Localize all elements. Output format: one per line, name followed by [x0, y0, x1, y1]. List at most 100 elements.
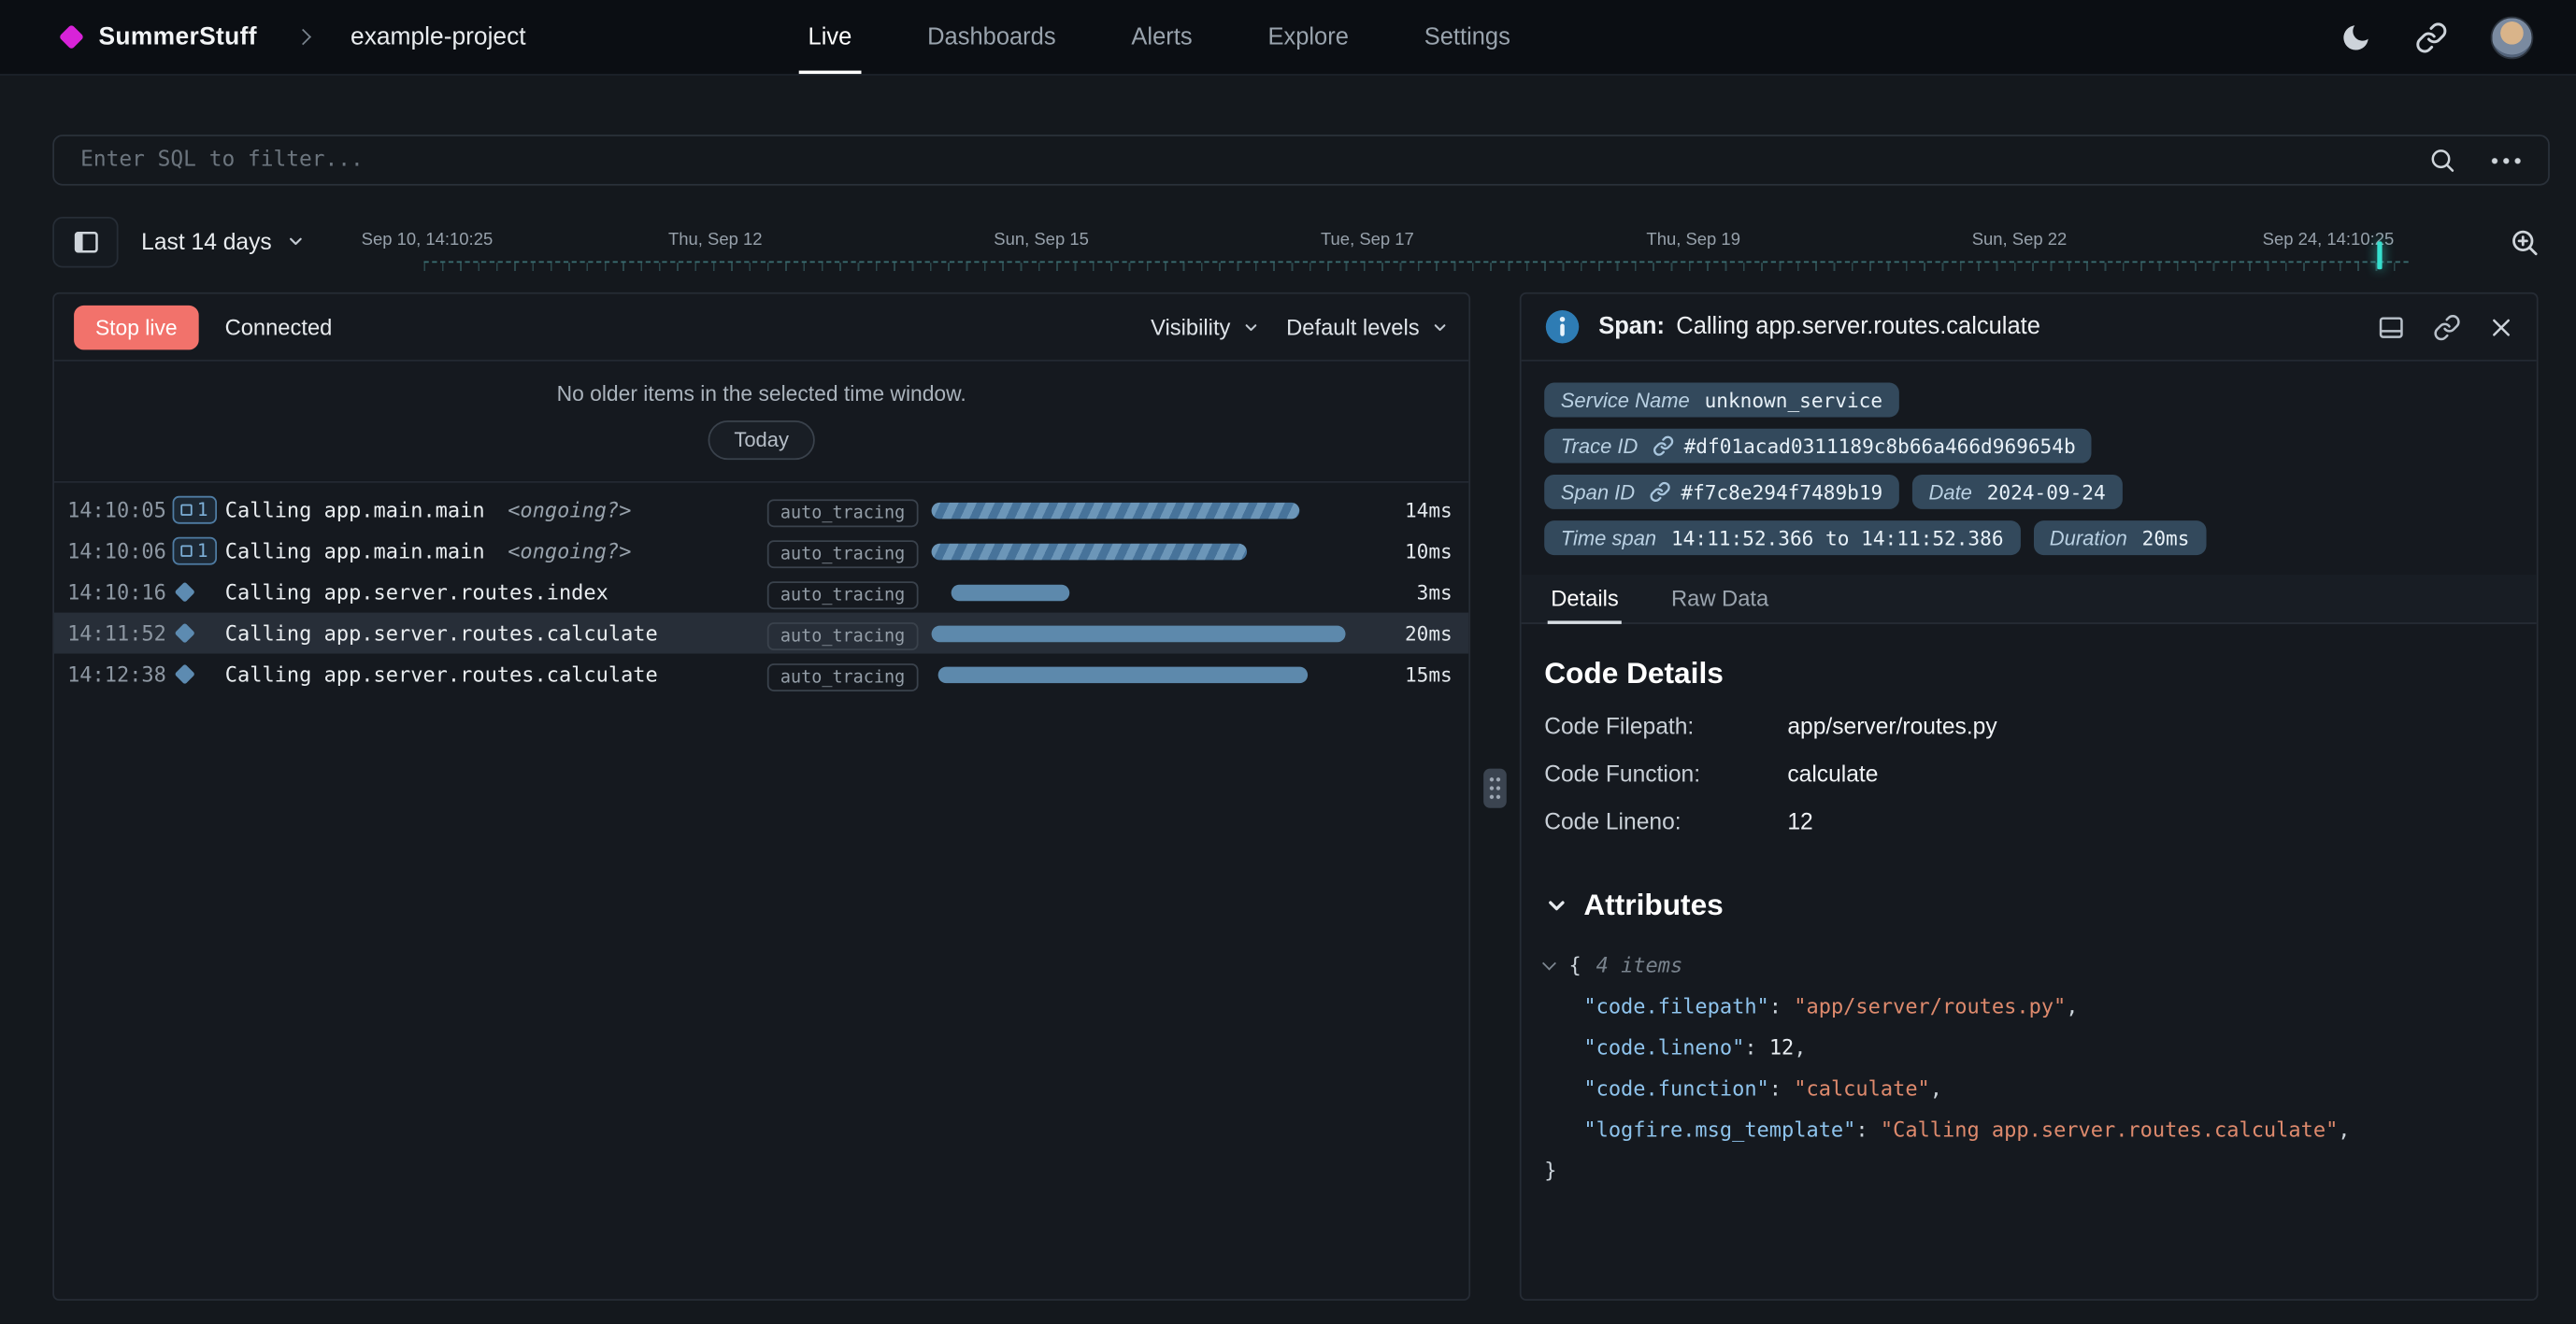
timeline-minor-ticks	[424, 263, 2409, 271]
attributes-section-toggle[interactable]: Attributes	[1544, 889, 2513, 923]
nav-tab-dashboards[interactable]: Dashboards	[927, 0, 1055, 74]
trace-time: 14:10:16	[67, 579, 172, 604]
span-detail-panel: Span:Calling app.server.routes.calculate	[1520, 292, 2539, 1301]
trace-duration: 14ms	[1373, 498, 1452, 521]
app-window: SummerStuff example-project Live Dashboa…	[0, 0, 2576, 1324]
more-options-icon[interactable]	[2489, 155, 2522, 165]
span-duration-bar[interactable]	[932, 543, 1247, 560]
zoom-in-icon[interactable]	[2497, 226, 2550, 257]
org-name[interactable]: SummerStuff	[98, 23, 256, 51]
trace-row[interactable]: 14:10:16 Calling app.server.routes.index…	[54, 572, 1468, 613]
trace-message: Calling app.server.routes.calculate	[225, 620, 658, 645]
content-split: Stop live Connected Visibility Default l…	[52, 292, 2538, 1301]
span-diamond-icon	[173, 626, 225, 641]
tab-details[interactable]: Details	[1548, 575, 1623, 622]
chevron-down-icon	[1431, 318, 1449, 335]
span-track	[919, 502, 1354, 519]
today-button[interactable]: Today	[708, 420, 815, 460]
timeline-tick: Sep 10, 14:10:25	[362, 230, 494, 249]
nav-tab-explore[interactable]: Explore	[1267, 0, 1348, 74]
info-icon	[1544, 308, 1581, 345]
trace-duration: 10ms	[1373, 539, 1452, 562]
span-diamond-icon	[173, 585, 225, 600]
json-attribute-line: "code.filepath": "app/server/routes.py",	[1544, 986, 2513, 1027]
nav-tab-live[interactable]: Live	[809, 0, 852, 74]
json-close-brace: }	[1544, 1149, 2513, 1190]
tag-auto-tracing[interactable]: auto_tracing	[767, 621, 918, 649]
span-glyph-icon	[180, 546, 192, 557]
panel-gutter	[1470, 292, 1520, 1301]
empty-window-notice: No older items in the selected time wind…	[54, 362, 1468, 483]
trace-row-selected[interactable]: 14:11:52 Calling app.server.routes.calcu…	[54, 613, 1468, 654]
span-title: Span:Calling app.server.routes.calculate	[1598, 314, 2040, 340]
tag-auto-tracing[interactable]: auto_tracing	[767, 662, 918, 690]
span-duration-bar[interactable]	[938, 666, 1308, 683]
detail-tabs: Details Raw Data	[1522, 575, 2537, 624]
trace-message: Calling app.main.main	[225, 539, 485, 563]
collapse-caret-icon[interactable]	[1542, 956, 1556, 970]
user-avatar[interactable]	[2491, 16, 2534, 59]
timeline-chart[interactable]: Sep 10, 14:10:25 Thu, Sep 12 Sun, Sep 15…	[329, 208, 2474, 274]
code-function-row: Code Function: calculate	[1544, 761, 2513, 787]
stop-live-button[interactable]: Stop live	[74, 305, 198, 349]
span-duration-bar[interactable]	[932, 502, 1300, 519]
trace-row[interactable]: 14:10:06 1 Calling app.main.main<ongoing…	[54, 531, 1468, 572]
nav-tab-alerts[interactable]: Alerts	[1131, 0, 1192, 74]
chevron-down-icon	[1544, 893, 1568, 918]
trace-row[interactable]: 14:10:05 1 Calling app.main.main <ongoing…	[54, 490, 1468, 531]
code-lineno-row: Code Lineno: 12	[1544, 808, 2513, 834]
copy-link-icon[interactable]	[2433, 313, 2461, 341]
tab-raw-data[interactable]: Raw Data	[1667, 575, 1771, 622]
tag-auto-tracing[interactable]: auto_tracing	[767, 580, 918, 608]
nav-tab-settings[interactable]: Settings	[1424, 0, 1510, 74]
trace-duration: 20ms	[1373, 621, 1452, 645]
dock-panel-icon[interactable]	[2377, 313, 2405, 341]
search-icon[interactable]	[2428, 146, 2456, 174]
span-header-actions	[2377, 313, 2513, 341]
tag-auto-tracing[interactable]: auto_tracing	[767, 498, 918, 526]
trace-duration: 3ms	[1373, 580, 1452, 604]
span-duration-bar[interactable]	[952, 584, 1070, 601]
timeline-toolbar: Last 14 days Sep 10, 14:10:25 Thu, Sep 1…	[52, 208, 2550, 274]
tag-auto-tracing[interactable]: auto_tracing	[767, 539, 918, 567]
span-id-pill[interactable]: Span ID #f7c8e294f7489b19	[1544, 475, 1899, 509]
trace-time: 14:10:05	[67, 498, 172, 522]
timeline-tick: Sun, Sep 15	[994, 230, 1089, 249]
timeline-tick: Thu, Sep 19	[1646, 230, 1740, 249]
trace-row[interactable]: 14:12:38 Calling app.server.routes.calcu…	[54, 654, 1468, 695]
nested-count-icon: 1	[173, 496, 225, 524]
timeline-tick: Tue, Sep 17	[1321, 230, 1414, 249]
span-glyph-icon	[180, 505, 192, 516]
sql-filter-input[interactable]	[80, 148, 2396, 172]
link-icon	[1653, 435, 1674, 457]
trace-duration: 15ms	[1373, 662, 1452, 686]
timeline-tick: Thu, Sep 12	[668, 230, 763, 249]
breadcrumb: SummerStuff example-project	[63, 23, 526, 51]
default-levels-dropdown[interactable]: Default levels	[1286, 315, 1449, 339]
live-panel: Stop live Connected Visibility Default l…	[52, 292, 1470, 1301]
trace-time: 14:11:52	[67, 620, 172, 645]
span-track	[919, 543, 1354, 560]
span-track	[919, 666, 1354, 683]
time-span-pill: Time span 14:11:52.366 to 14:11:52.386	[1544, 520, 2020, 555]
nested-count-icon: 1	[173, 537, 225, 565]
dark-mode-icon[interactable]	[2340, 21, 2372, 53]
time-range-select[interactable]: Last 14 days	[141, 228, 306, 254]
resize-handle[interactable]	[1483, 769, 1507, 808]
project-name[interactable]: example-project	[351, 23, 526, 51]
top-navbar: SummerStuff example-project Live Dashboa…	[0, 0, 2576, 76]
span-duration-bar[interactable]	[932, 625, 1346, 642]
chevron-down-icon	[287, 232, 307, 251]
chevron-down-icon	[1242, 318, 1260, 335]
sidebar-toggle-button[interactable]	[52, 216, 118, 266]
connection-status: Connected	[225, 315, 333, 339]
span-diamond-icon	[173, 667, 225, 682]
trace-id-pill[interactable]: Trace ID #df01acad0311189c8b66a466d96965…	[1544, 429, 2092, 463]
trace-message: Calling app.main.main	[225, 498, 485, 522]
attributes-json-viewer: { 4 items "code.filepath": "app/server/r…	[1544, 945, 2513, 1191]
share-link-icon[interactable]	[2415, 21, 2448, 53]
close-icon[interactable]	[2489, 315, 2513, 339]
trace-time: 14:10:06	[67, 539, 172, 563]
visibility-dropdown[interactable]: Visibility	[1151, 315, 1260, 339]
trace-suffix: <ongoing?>	[508, 498, 631, 522]
